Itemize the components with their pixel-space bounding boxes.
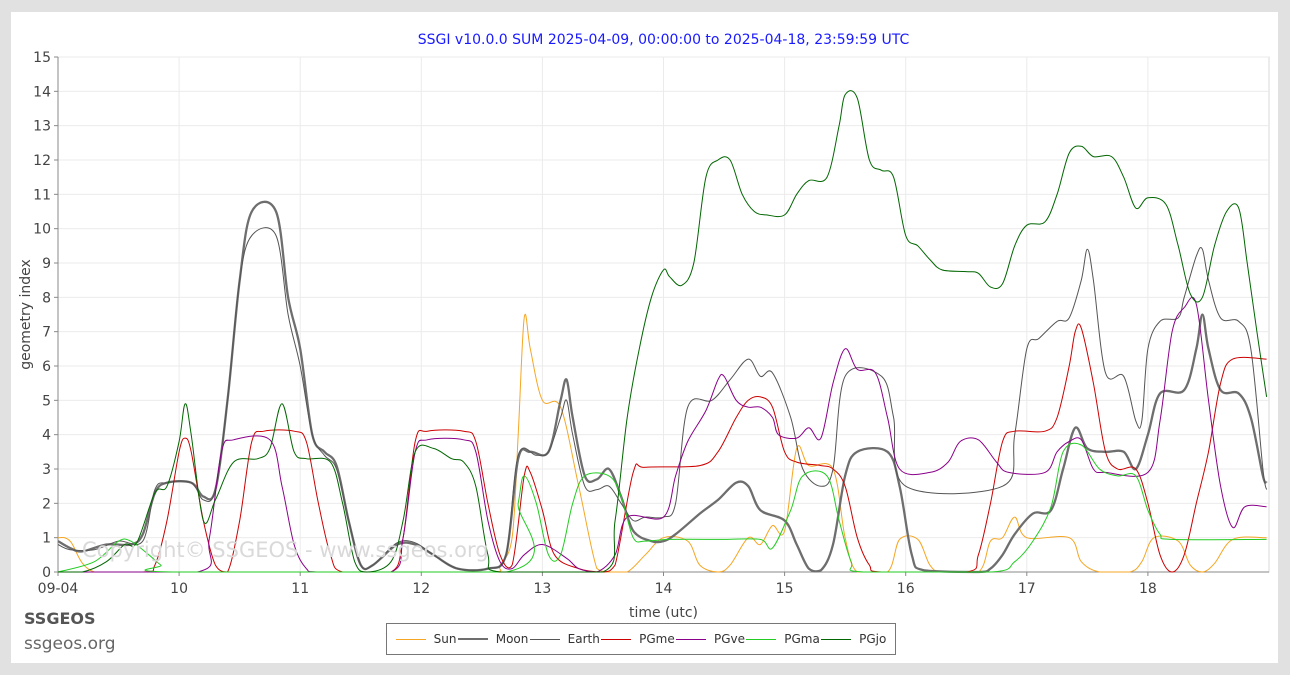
legend-swatch-pgve <box>675 638 706 640</box>
x-tick-label: 12 <box>412 581 430 597</box>
y-tick-label: 3 <box>42 462 51 478</box>
y-tick-label: 2 <box>42 496 51 512</box>
y-tick-label: 8 <box>42 290 51 306</box>
legend-swatch-earth <box>529 638 560 640</box>
y-tick-label: 7 <box>42 325 51 341</box>
y-axis-label: geometry index <box>18 259 34 370</box>
chart-legend: Sun Moon Earth PGme PGve PGma PGjo <box>386 623 896 655</box>
legend-swatch-pgma <box>746 638 777 640</box>
y-tick-label: 1 <box>42 531 51 547</box>
chart-title: SSGI v10.0.0 SUM 2025-04-09, 00:00:00 to… <box>418 32 910 48</box>
x-tick-label: 15 <box>776 581 794 597</box>
legend-swatch-pgjo <box>821 638 852 640</box>
legend-label-sun: Sun <box>433 632 457 646</box>
copyright-watermark: Copyright© SSGEOS - www.ssgeos.org <box>82 538 489 562</box>
y-tick-label: 15 <box>33 50 51 66</box>
legend-item-pgma: PGma <box>746 632 820 646</box>
legend-label-moon: Moon <box>495 632 529 646</box>
legend-swatch-pgme <box>601 638 632 640</box>
legend-swatch-moon <box>457 638 488 640</box>
legend-item-earth: Earth <box>529 632 600 646</box>
legend-item-moon: Moon <box>457 632 529 646</box>
x-tick-label: 10 <box>170 581 188 597</box>
legend-item-sun: Sun <box>395 632 457 646</box>
legend-item-pgme: PGme <box>601 632 675 646</box>
chart-canvas: 012345678910111213141509-04 10 11 12 13 14 15 1… <box>18 32 1270 621</box>
x-tick-label: 18 <box>1139 581 1157 597</box>
legend-label-pgve: PGve <box>713 632 745 646</box>
legend-label-pgma: PGma <box>784 632 820 646</box>
y-tick-label: 13 <box>33 119 51 135</box>
legend-item-pgve: PGve <box>675 632 745 646</box>
x-tick-label: 16 <box>897 581 915 597</box>
x-tick-label: 11 <box>291 581 309 597</box>
legend-swatch-sun <box>395 638 426 640</box>
y-tick-label: 6 <box>42 359 51 375</box>
y-tick-label: 4 <box>42 428 51 444</box>
legend-item-pgjo: PGjo <box>821 632 886 646</box>
chart-frame: 0 1 2 3 4 5 6 7 8 9 10 11 12 13 14 15 09-04 10 11 12 13 14 15 1… <box>11 12 1278 663</box>
x-axis-label: time (utc) <box>629 605 698 621</box>
y-tick-label: 5 <box>42 393 51 409</box>
x-tick-label: 09-04 <box>38 581 79 597</box>
x-tick-label: 14 <box>655 581 673 597</box>
x-tick-label: 13 <box>533 581 551 597</box>
y-tick-label: 10 <box>33 222 51 238</box>
y-tick-label: 12 <box>33 153 51 169</box>
y-tick-label: 9 <box>42 256 51 272</box>
brand-name: SSGEOS <box>24 609 96 628</box>
legend-label-earth: Earth <box>567 632 600 646</box>
y-tick-label: 14 <box>33 84 51 100</box>
legend-label-pgme: PGme <box>639 632 675 646</box>
brand-url: ssgeos.org <box>24 634 116 654</box>
x-tick-label: 17 <box>1018 581 1036 597</box>
grid <box>57 56 1270 573</box>
y-tick-label: 0 <box>42 565 51 581</box>
y-tick-label: 11 <box>33 187 51 203</box>
legend-label-pgjo: PGjo <box>859 632 887 646</box>
